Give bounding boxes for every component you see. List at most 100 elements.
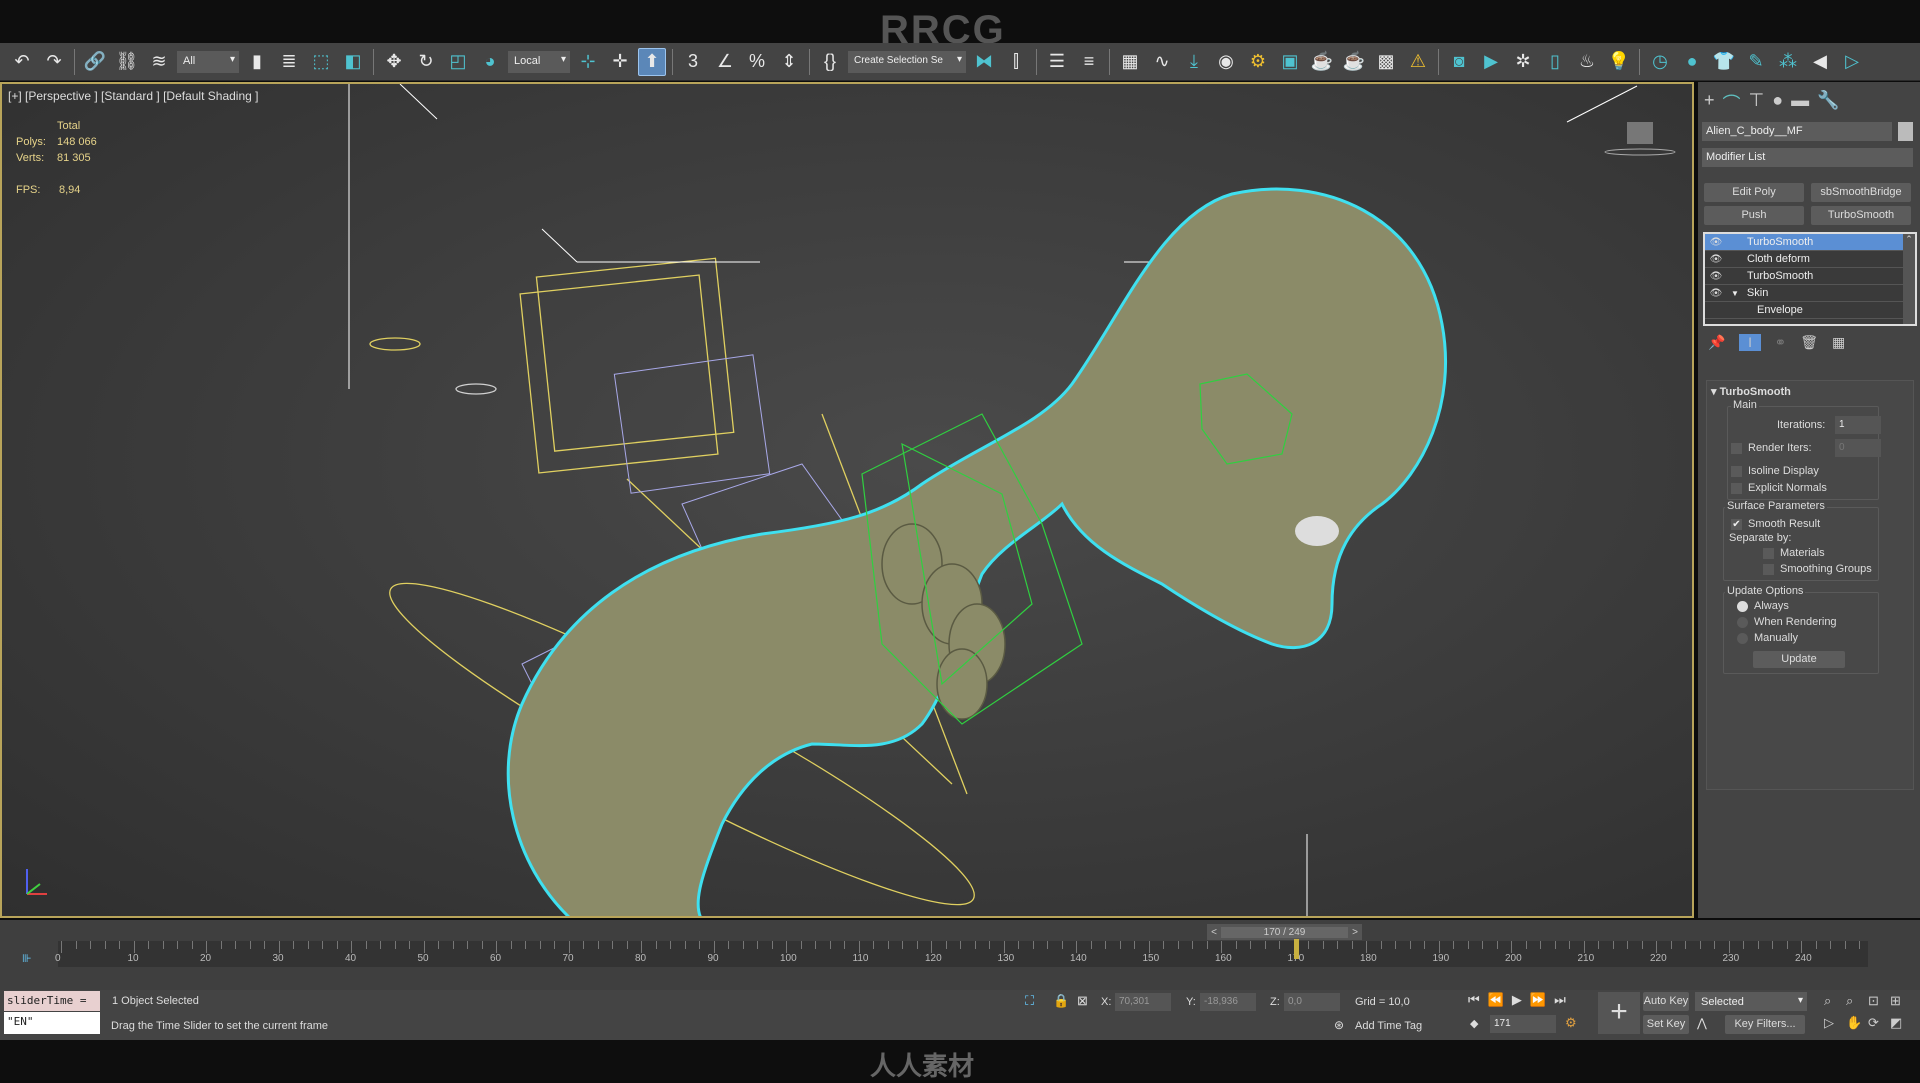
manually-radio[interactable] xyxy=(1737,632,1748,644)
zoom-icon[interactable]: ⌕ xyxy=(1824,993,1846,1009)
align-icon[interactable]: ⫿ xyxy=(1002,48,1030,76)
sphere-icon[interactable]: ● xyxy=(1678,48,1706,76)
track-bar[interactable]: 0 10 20 30 40 50 60 70 80 90 100 110 120 130 140 150 160… xyxy=(55,939,1868,967)
current-frame-field[interactable]: 171 xyxy=(1490,1015,1556,1033)
bind-space-warp-icon[interactable]: ≋ xyxy=(145,48,173,76)
select-object-icon[interactable]: ▮ xyxy=(243,48,271,76)
back-icon[interactable]: ◀ xyxy=(1806,48,1834,76)
placement-icon[interactable]: ◕ xyxy=(476,48,504,76)
auto-key-button[interactable]: Auto Key xyxy=(1643,992,1689,1011)
scale-icon[interactable]: ◰ xyxy=(444,48,472,76)
mirror-icon[interactable]: ⧓ xyxy=(970,48,998,76)
render-iters-spinner[interactable]: 0 xyxy=(1835,439,1881,457)
when-rendering-radio[interactable] xyxy=(1737,616,1748,628)
render-icon[interactable]: ☕ xyxy=(1308,48,1336,76)
rect-selection-icon[interactable]: ⬚ xyxy=(307,48,335,76)
snap-3d-icon[interactable]: 3 xyxy=(679,48,707,76)
light-icon[interactable]: 💡 xyxy=(1605,48,1633,76)
active-shade-icon[interactable]: ◙ xyxy=(1445,48,1473,76)
angle-snap-icon[interactable]: ∠ xyxy=(711,48,739,76)
create-icon[interactable]: + xyxy=(1704,90,1715,116)
play-icon[interactable]: ▶ xyxy=(1512,992,1522,1008)
utilities-icon[interactable]: 🔧 xyxy=(1817,90,1839,116)
play-forward-icon[interactable]: ▷ xyxy=(1838,48,1866,76)
render-iters-checkbox[interactable] xyxy=(1731,442,1742,454)
select-manipulate-icon[interactable]: ✛ xyxy=(606,48,634,76)
edit-poly-button[interactable]: Edit Poly xyxy=(1704,183,1804,202)
shirt-icon[interactable]: 👕 xyxy=(1710,48,1738,76)
key-filters-button[interactable]: Key Filters... xyxy=(1725,1015,1805,1034)
stack-item-turbosmooth-2[interactable]: 👁 TurboSmooth xyxy=(1705,268,1915,285)
isoline-checkbox[interactable] xyxy=(1731,465,1742,477)
stack-item-turbosmooth[interactable]: 👁 TurboSmooth xyxy=(1705,234,1915,251)
smooth-result-checkbox[interactable]: ✔ xyxy=(1731,518,1742,530)
explicit-normals-checkbox[interactable] xyxy=(1731,482,1742,494)
curve-editor-icon[interactable]: ∿ xyxy=(1148,48,1176,76)
keyboard-shortcut-icon[interactable]: ⬆ xyxy=(638,47,666,76)
environment-icon[interactable]: ✲ xyxy=(1509,48,1537,76)
zoom-all-icon[interactable]: ⌕ xyxy=(1846,993,1868,1009)
stack-item-cloth-deform[interactable]: 👁 Cloth deform xyxy=(1705,251,1915,268)
expand-triangle-icon[interactable]: ▼ xyxy=(1731,289,1739,298)
time-config-icon[interactable]: ◆ xyxy=(1470,1017,1478,1030)
move-icon[interactable]: ✥ xyxy=(380,48,408,76)
absolute-mode-icon[interactable]: ⊠ xyxy=(1077,993,1088,1009)
lock-selection-icon[interactable]: 🔒 xyxy=(1053,993,1069,1009)
y-coordinate-field[interactable]: -18,936 xyxy=(1200,993,1256,1011)
remove-modifier-icon[interactable]: 🗑 xyxy=(1800,334,1818,351)
maximize-viewport-icon[interactable]: ◩ xyxy=(1890,1015,1912,1031)
time-slider[interactable]: < 170 / 249 > xyxy=(1207,924,1362,940)
make-unique-icon[interactable]: ⚭ xyxy=(1775,334,1787,351)
unlink-icon[interactable]: ⛓ xyxy=(113,48,141,76)
named-selection-dropdown[interactable]: Create Selection Se xyxy=(848,50,966,73)
display-icon[interactable]: ▬ xyxy=(1791,90,1809,116)
render-iterative-icon[interactable]: ☕ xyxy=(1340,48,1368,76)
object-name-field[interactable]: Alien_C_body__MF xyxy=(1702,122,1892,141)
layer-explorer-icon[interactable]: ☰ xyxy=(1043,48,1071,76)
stack-item-skin[interactable]: 👁 ▼ Skin xyxy=(1705,285,1915,302)
turbosmooth-button[interactable]: TurboSmooth xyxy=(1811,206,1911,225)
render-setup-icon[interactable]: ⚙ xyxy=(1244,48,1272,76)
isolate-selection-icon[interactable]: ⛶ xyxy=(1025,993,1034,1009)
curve-editor-toggle-icon[interactable]: ⊪ xyxy=(22,952,32,965)
go-to-end-icon[interactable]: ⏭ xyxy=(1554,992,1566,1008)
percent-snap-icon[interactable]: % xyxy=(743,48,771,76)
particle-icon[interactable]: ⁂ xyxy=(1774,48,1802,76)
edit-named-selection-icon[interactable]: {} xyxy=(816,48,844,76)
add-time-tag[interactable]: Add Time Tag xyxy=(1355,1020,1422,1032)
render-window-icon[interactable]: ▶ xyxy=(1477,48,1505,76)
iterations-spinner[interactable]: 1 xyxy=(1835,416,1881,434)
orbit-icon[interactable]: ⟳ xyxy=(1868,1015,1890,1031)
undo-icon[interactable]: ↶ xyxy=(8,48,36,76)
set-keys-button[interactable]: + xyxy=(1598,992,1640,1034)
select-by-name-icon[interactable]: ≣ xyxy=(275,48,303,76)
redo-icon[interactable]: ↷ xyxy=(40,48,68,76)
default-tangents-icon[interactable]: ⋀ xyxy=(1697,1016,1707,1030)
prev-frame-icon[interactable]: ⏪ xyxy=(1488,992,1504,1008)
go-to-start-icon[interactable]: ⏮ xyxy=(1468,992,1480,1008)
window-crossing-icon[interactable]: ◧ xyxy=(339,48,367,76)
prev-frame-button[interactable]: < xyxy=(1207,927,1221,938)
rollout-title-row[interactable]: ▾ TurboSmooth xyxy=(1711,385,1791,398)
hierarchy-icon[interactable]: ⊤ xyxy=(1749,90,1765,116)
brush-icon[interactable]: ✎ xyxy=(1742,48,1770,76)
field-of-view-icon[interactable]: ▷ xyxy=(1824,1015,1846,1031)
maxscript-output[interactable]: "EN" xyxy=(4,1012,100,1034)
pivot-center-icon[interactable]: ⊹ xyxy=(574,48,602,76)
eye-icon[interactable]: 👁 xyxy=(1705,237,1727,248)
scene-explorer-icon[interactable]: ≡ xyxy=(1075,48,1103,76)
pin-stack-icon[interactable]: 📌 xyxy=(1708,334,1725,351)
materials-checkbox[interactable] xyxy=(1763,547,1774,559)
link-icon[interactable]: 🔗 xyxy=(81,48,109,76)
sbsmoothbridge-button[interactable]: sbSmoothBridge xyxy=(1811,183,1911,202)
time-configuration-icon[interactable]: ⚙ xyxy=(1565,1015,1577,1031)
stack-item-envelope[interactable]: Envelope xyxy=(1705,302,1915,319)
spinner-snap-icon[interactable]: ⇕ xyxy=(775,48,803,76)
key-mode-dropdown[interactable]: Selected xyxy=(1695,992,1807,1011)
next-frame-button[interactable]: > xyxy=(1348,927,1362,938)
configure-sets-icon[interactable]: ▦ xyxy=(1832,334,1845,351)
object-color-swatch[interactable] xyxy=(1898,122,1913,141)
warning-icon[interactable]: ⚠ xyxy=(1404,48,1432,76)
dope-sheet-icon[interactable]: ⤓ xyxy=(1180,48,1208,76)
selection-filter-dropdown[interactable]: All xyxy=(177,50,239,73)
